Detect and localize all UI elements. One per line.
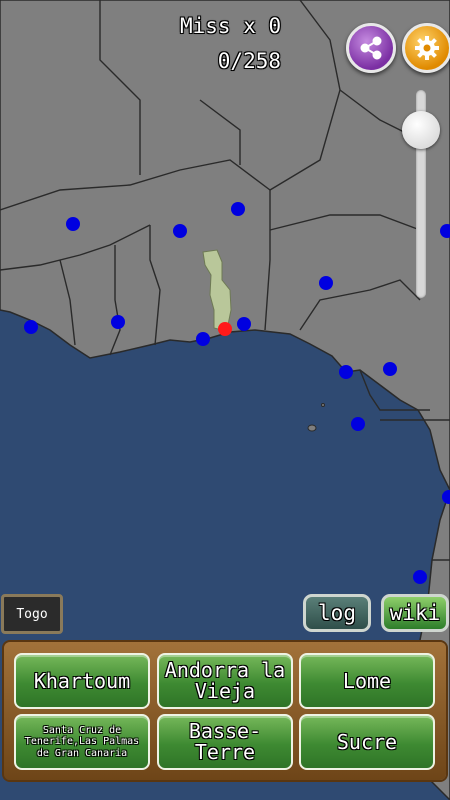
city-marker[interactable] bbox=[339, 365, 353, 379]
log-button[interactable]: log bbox=[303, 594, 371, 632]
answer-panel: Khartoum Andorra la Vieja Lome Santa Cru… bbox=[4, 642, 446, 780]
answer-button-4[interactable]: Santa Cruz de Tenerife,Las Palmas de Gra… bbox=[14, 714, 150, 770]
answer-button-1[interactable]: Khartoum bbox=[14, 653, 150, 709]
island bbox=[307, 424, 317, 432]
island bbox=[321, 403, 325, 407]
city-marker[interactable] bbox=[319, 276, 333, 290]
city-marker[interactable] bbox=[66, 217, 80, 231]
answer-button-3[interactable]: Lome bbox=[299, 653, 435, 709]
answer-button-2[interactable]: Andorra la Vieja bbox=[157, 653, 293, 709]
city-marker[interactable] bbox=[413, 570, 427, 584]
city-marker[interactable] bbox=[24, 320, 38, 334]
city-marker[interactable] bbox=[111, 315, 125, 329]
city-marker[interactable] bbox=[351, 417, 365, 431]
city-marker[interactable] bbox=[173, 224, 187, 238]
zoom-slider-thumb[interactable] bbox=[402, 111, 440, 149]
city-marker[interactable] bbox=[237, 317, 251, 331]
answer-button-5[interactable]: Basse-Terre bbox=[157, 714, 293, 770]
city-marker[interactable] bbox=[231, 202, 245, 216]
share-icon bbox=[360, 36, 382, 60]
settings-button[interactable] bbox=[402, 23, 450, 73]
city-marker[interactable] bbox=[383, 362, 397, 376]
target-city-marker[interactable] bbox=[218, 322, 232, 336]
gear-icon bbox=[415, 36, 439, 60]
share-button[interactable] bbox=[346, 23, 396, 73]
city-marker[interactable] bbox=[196, 332, 210, 346]
country-label: Togo bbox=[1, 594, 63, 634]
wiki-button[interactable]: wiki bbox=[381, 594, 449, 632]
miss-counter: Miss x 0 bbox=[180, 14, 282, 38]
answer-button-6[interactable]: Sucre bbox=[299, 714, 435, 770]
progress-counter: 0/258 bbox=[217, 49, 281, 73]
